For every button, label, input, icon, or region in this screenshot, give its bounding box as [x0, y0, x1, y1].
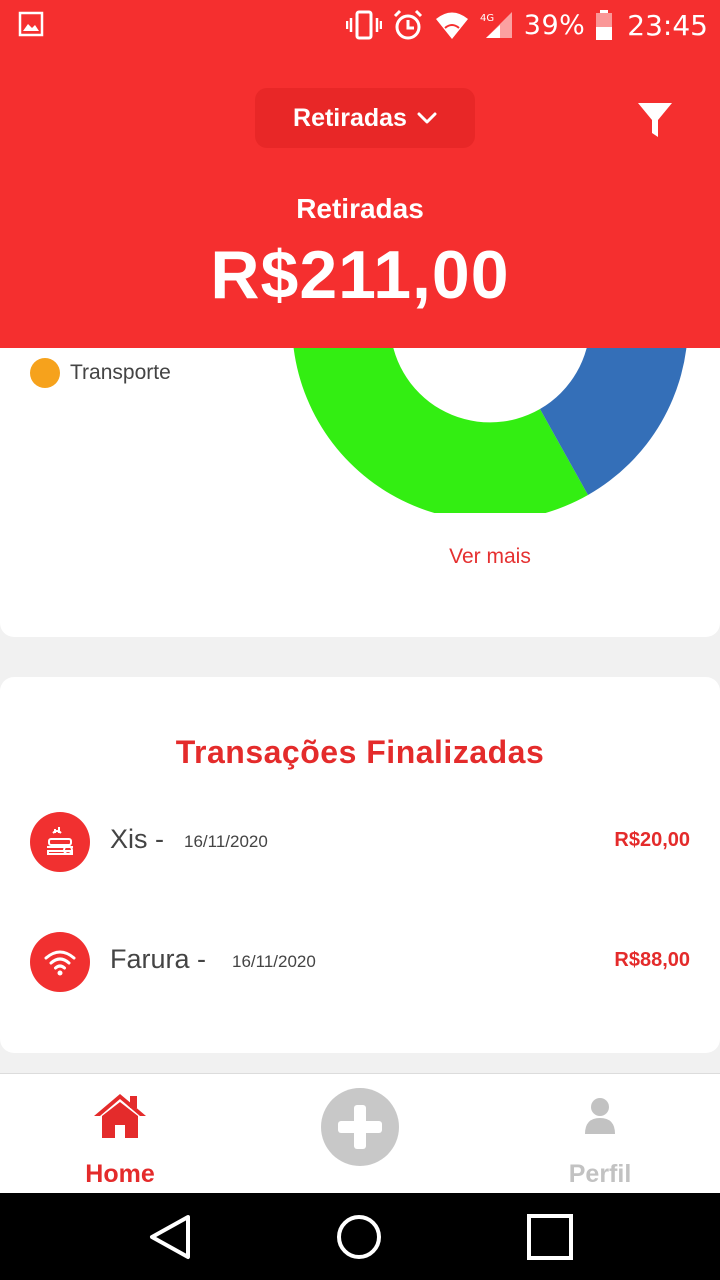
plus-icon [338, 1105, 382, 1149]
filter-icon[interactable] [636, 100, 674, 140]
add-button[interactable] [321, 1088, 399, 1166]
system-nav-bar [0, 1193, 720, 1280]
legend-item-transporte: Transporte [30, 358, 171, 388]
donut-segment-green [292, 323, 588, 513]
transaction-row[interactable]: Xis - 16/11/2020 R$20,00 [0, 812, 720, 874]
summary-title: Retiradas [296, 193, 424, 224]
home-icon [94, 1094, 146, 1138]
alarm-icon [393, 9, 422, 40]
wifi-icon [30, 932, 90, 992]
legend-dot [30, 358, 60, 388]
nav-home[interactable]: Home [60, 1092, 180, 1188]
home-circle-icon[interactable] [335, 1213, 383, 1261]
transactions-title: Transações Finalizadas [175, 734, 545, 770]
image-icon [18, 11, 44, 37]
transaction-name: Farura - [110, 944, 207, 974]
nav-profile-label: Perfil [568, 1160, 632, 1188]
vibrate-icon [345, 10, 382, 40]
back-icon[interactable] [148, 1213, 192, 1261]
transaction-date: 16/11/2020 [232, 952, 316, 971]
battery-icon [596, 10, 613, 40]
legend-label: Transporte [70, 361, 171, 384]
signal-icon: 4G [480, 12, 512, 38]
transaction-amount: R$20,00 [614, 829, 690, 851]
bottom-nav: Home Perfil [0, 1073, 720, 1193]
recents-icon[interactable] [526, 1213, 574, 1261]
nav-home-label: Home [85, 1160, 155, 1188]
wifi-icon [435, 12, 468, 39]
food-icon [30, 812, 90, 872]
chevron-down-icon [417, 112, 437, 124]
transaction-date: 16/11/2020 [184, 832, 268, 851]
type-dropdown[interactable]: Retiradas [255, 88, 475, 148]
transaction-row[interactable]: Farura - 16/11/2020 R$88,00 [0, 932, 720, 994]
transaction-name: Xis - [110, 824, 165, 854]
header: 4G 39% 23:45 Retiradas Retiradas R$211,0… [0, 0, 720, 348]
nav-profile[interactable]: Perfil [540, 1092, 660, 1188]
svg-text:4G: 4G [480, 13, 494, 24]
status-icons: 4G 39% 23:45 [345, 8, 708, 42]
status-bar: 4G 39% 23:45 [0, 0, 720, 50]
summary-amount: R$211,00 [210, 237, 510, 313]
battery-percent: 39% [523, 9, 586, 41]
user-icon [585, 1098, 615, 1134]
transaction-amount: R$88,00 [614, 949, 690, 971]
dropdown-label: Retiradas [293, 103, 407, 132]
see-more-link[interactable]: Ver mais [430, 545, 550, 569]
clock: 23:45 [627, 8, 708, 42]
